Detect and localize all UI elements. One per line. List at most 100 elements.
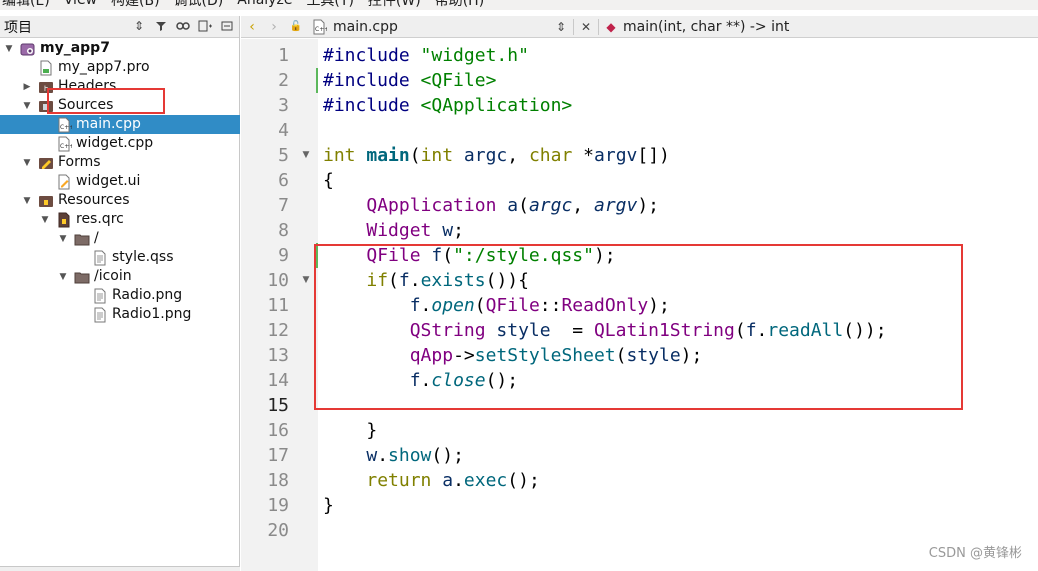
- symbol-dropdown[interactable]: main(int, char **) -> int: [623, 19, 789, 35]
- line-number: 9: [278, 245, 289, 266]
- code-line: return a.exec();: [366, 470, 540, 491]
- dropdown-icon[interactable]: ⇕: [553, 19, 569, 35]
- svg-text:C++: C++: [60, 124, 72, 131]
- line-number: 10: [267, 270, 289, 291]
- pro-file-icon: [38, 60, 54, 76]
- tree-item-label: my_app7: [40, 40, 110, 56]
- line-number: 14: [267, 370, 289, 391]
- code-line: w.show();: [366, 445, 464, 466]
- code-line: QApplication a(argc, argv);: [366, 195, 660, 216]
- line-number: 4: [278, 120, 289, 141]
- tree-item-label: main.cpp: [76, 116, 141, 132]
- ui-file-icon: [56, 174, 72, 190]
- close-file-icon[interactable]: ✕: [578, 19, 594, 35]
- project-tree: ▼ my_app7 my_app7.pro ▶ h Headers ▼ Sources C++ m…: [0, 39, 240, 324]
- bottom-panel: [0, 566, 240, 571]
- tree-item-label: /icoin: [94, 268, 132, 284]
- fold-marker-icon[interactable]: ▼: [300, 275, 312, 285]
- link-icon[interactable]: [175, 18, 191, 34]
- editor-toolbar: ‹ › 🔓 C++ main.cpp ⇕ ✕ ◆ main(int, char …: [241, 16, 1038, 38]
- tree-item[interactable]: C++ main.cpp: [0, 115, 240, 134]
- resources-folder-icon: [38, 193, 54, 209]
- qrc-file-icon: [56, 212, 72, 228]
- tree-item[interactable]: C++ widget.cpp: [0, 134, 240, 153]
- tree-item-label: widget.cpp: [76, 135, 154, 151]
- line-number: 18: [267, 470, 289, 491]
- expand-down-icon[interactable]: ▼: [4, 44, 14, 54]
- line-number: 12: [267, 320, 289, 341]
- line-number: 8: [278, 220, 289, 241]
- tree-item[interactable]: Radio1.png: [0, 305, 240, 324]
- tree-item-label: Forms: [58, 154, 101, 170]
- menu-item[interactable]: 调试(D): [174, 0, 224, 10]
- menu-item[interactable]: View: [64, 0, 97, 8]
- line-number: 3: [278, 95, 289, 116]
- code-editor[interactable]: #include "widget.h" #include <QFile> #incl…: [314, 39, 1038, 571]
- symbol-diamond-icon: ◆: [606, 19, 616, 34]
- text-file-icon: [92, 250, 108, 266]
- file-name-dropdown[interactable]: main.cpp: [333, 19, 553, 35]
- tree-item-label: style.qss: [112, 249, 174, 265]
- cpp-file-icon: C++: [56, 117, 72, 133]
- menu-item[interactable]: 帮助(H): [435, 0, 484, 10]
- menu-item[interactable]: 控件(W): [368, 0, 421, 10]
- tree-item-label: widget.ui: [76, 173, 141, 189]
- expand-down-icon[interactable]: ▼: [22, 101, 32, 111]
- text-file-icon: [92, 307, 108, 323]
- menu-item[interactable]: 工具(T): [306, 0, 353, 10]
- tree-item[interactable]: widget.ui: [0, 172, 240, 191]
- expand-down-icon[interactable]: ▼: [58, 234, 68, 244]
- tree-item[interactable]: my_app7.pro: [0, 58, 240, 77]
- code-line: #include "widget.h": [323, 45, 529, 66]
- tree-item[interactable]: ▼ Resources: [0, 191, 240, 210]
- expand-down-icon[interactable]: ▼: [40, 215, 50, 225]
- line-number: 19: [267, 495, 289, 516]
- tree-item-label: Resources: [58, 192, 130, 208]
- code-line: }: [323, 495, 334, 516]
- back-arrow-icon[interactable]: ‹: [241, 19, 263, 35]
- tree-item-label: Radio.png: [112, 287, 183, 303]
- code-line: Widget w;: [366, 220, 464, 241]
- expand-down-icon[interactable]: ▼: [22, 158, 32, 168]
- forward-arrow-icon[interactable]: ›: [263, 19, 285, 35]
- project-icon: [20, 41, 36, 57]
- line-number: 7: [278, 195, 289, 216]
- split-icon[interactable]: [197, 18, 213, 34]
- tree-item-label: Radio1.png: [112, 306, 192, 322]
- close-panel-icon[interactable]: [219, 18, 235, 34]
- menu-bar: 编辑(E) View 构建(B) 调试(D) Analyze 工具(T) 控件(W) 帮助(H…: [0, 0, 1038, 10]
- toolbar-separator: [598, 18, 599, 35]
- fold-marker-icon[interactable]: ▼: [300, 150, 312, 160]
- menu-item[interactable]: Analyze: [237, 0, 292, 8]
- line-number: 17: [267, 445, 289, 466]
- line-number: 20: [267, 520, 289, 541]
- folder-icon: [74, 269, 90, 285]
- project-panel: 项目 ⇕ ▼ my_app7 my_app7.pro ▶ h Headers ▼ Source…: [0, 16, 240, 571]
- line-number: 15: [267, 395, 289, 416]
- expand-down-icon[interactable]: ▼: [22, 196, 32, 206]
- code-highlight-box: [314, 244, 963, 410]
- toolbar-separator: [573, 18, 574, 35]
- code-line: }: [323, 420, 378, 441]
- line-number: 13: [267, 345, 289, 366]
- line-number: 2: [278, 70, 289, 91]
- menu-item[interactable]: 编辑(E): [2, 0, 50, 10]
- code-line: {: [323, 170, 334, 191]
- folder-icon: [74, 231, 90, 247]
- tree-item[interactable]: style.qss: [0, 248, 240, 267]
- tree-item[interactable]: ▼ /: [0, 229, 240, 248]
- expand-right-icon[interactable]: ▶: [22, 82, 32, 92]
- forms-folder-icon: [38, 155, 54, 171]
- filter-icon[interactable]: [153, 18, 169, 34]
- tree-item[interactable]: ▼ res.qrc: [0, 210, 240, 229]
- menu-item[interactable]: 构建(B): [111, 0, 160, 10]
- tree-item[interactable]: Radio.png: [0, 286, 240, 305]
- cpp-file-icon: C++: [311, 19, 327, 35]
- project-panel-title: 项目: [4, 19, 32, 36]
- tree-item[interactable]: ▼ /icoin: [0, 267, 240, 286]
- line-number: 16: [267, 420, 289, 441]
- sort-icon[interactable]: ⇕: [131, 18, 147, 34]
- expand-down-icon[interactable]: ▼: [58, 272, 68, 282]
- tree-item[interactable]: ▼ my_app7: [0, 39, 240, 58]
- tree-item[interactable]: ▼ Forms: [0, 153, 240, 172]
